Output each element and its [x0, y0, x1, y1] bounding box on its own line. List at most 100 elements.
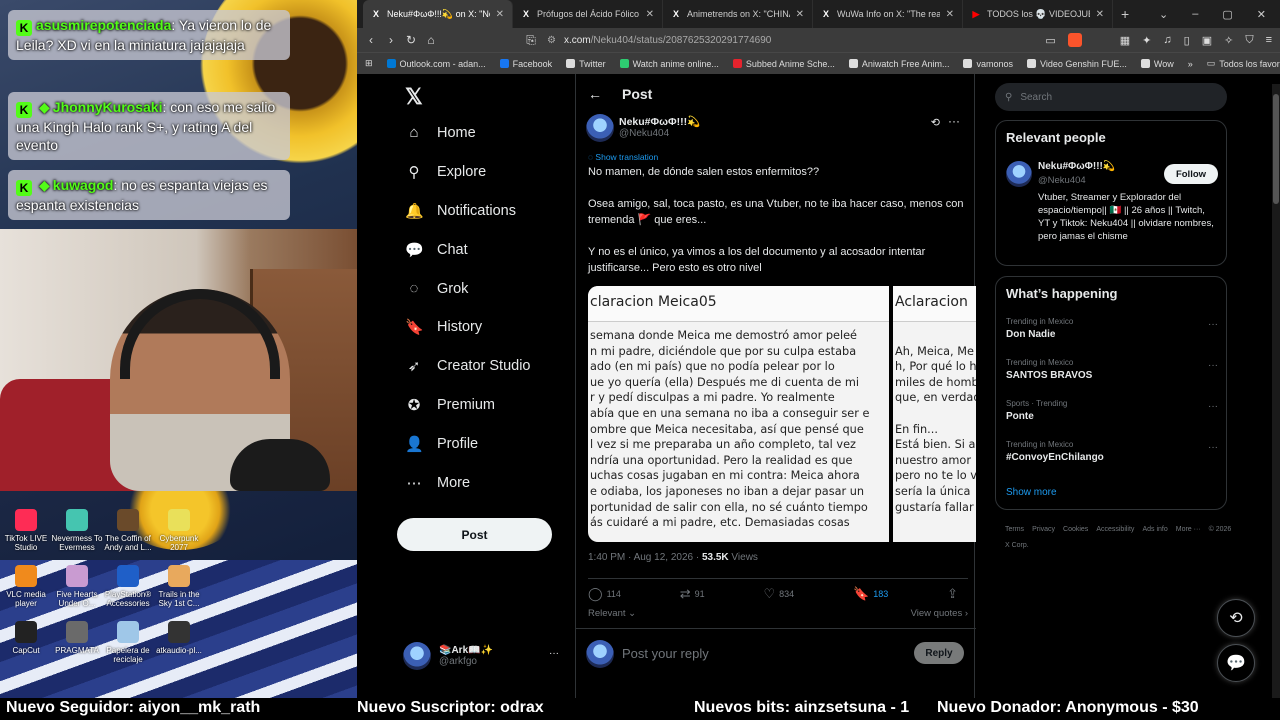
- vpn-icon[interactable]: ⛉: [1245, 34, 1253, 47]
- avatar[interactable]: [586, 114, 614, 142]
- browser-tab[interactable]: ▶ TODOS los 💀 VIDEOJUEGOS 💀 ✕: [963, 0, 1113, 28]
- site-info-icon[interactable]: ⚙: [547, 35, 556, 46]
- desktop-icon[interactable]: Papelera de reciclaje: [100, 621, 156, 664]
- more-icon[interactable]: ···: [549, 648, 559, 659]
- x-logo-icon[interactable]: 𝕏: [405, 84, 423, 110]
- bookmark-item[interactable]: Subbed Anime Sche...: [732, 59, 835, 69]
- close-window-button[interactable]: ✕: [1257, 8, 1266, 21]
- back-arrow-icon[interactable]: ←: [588, 86, 602, 102]
- browser-tab[interactable]: X Animetrends on X: "CHINA PROH... ✕: [663, 0, 813, 28]
- trend-item[interactable]: Trending in Mexico Don Nadie ···: [1006, 317, 1218, 340]
- nav-item-profile[interactable]: 👤 Profile: [405, 435, 478, 453]
- reply-input[interactable]: Post your reply: [622, 646, 709, 661]
- grok-fab-icon[interactable]: ⟲: [1217, 599, 1255, 637]
- nav-item-more[interactable]: ⋯ More: [405, 474, 471, 492]
- url-field[interactable]: ⚙ x.com/Neku404/status/20876253202917746…: [547, 28, 1067, 52]
- chevron-down-icon[interactable]: ⌄: [1159, 8, 1168, 21]
- bookmark-item[interactable]: vamonos: [963, 59, 1013, 69]
- home-icon[interactable]: ⌂: [421, 33, 441, 47]
- bookmark-item[interactable]: Twitter: [566, 59, 606, 69]
- forward-icon[interactable]: ›: [381, 33, 401, 47]
- more-icon[interactable]: ···: [1208, 319, 1218, 330]
- extension-icon[interactable]: ▦: [1120, 34, 1130, 47]
- more-icon[interactable]: ···: [1208, 360, 1218, 371]
- trend-item[interactable]: Trending in Mexico #ConvoyEnChilango ···: [1006, 440, 1218, 463]
- menu-icon[interactable]: ≡: [1266, 34, 1272, 46]
- show-translation-link[interactable]: ◌ Show translation: [588, 152, 658, 162]
- browser-tab[interactable]: X Prófugos del Ácido Fólico on X: "... ✕: [513, 0, 663, 28]
- nav-item-premium[interactable]: ✪ Premium: [405, 396, 495, 414]
- footer-link[interactable]: More ···: [1176, 526, 1201, 533]
- like-button[interactable]: ♡ 834: [764, 586, 795, 602]
- close-tab-icon[interactable]: ✕: [496, 9, 504, 20]
- footer-link[interactable]: Privacy: [1032, 526, 1055, 533]
- new-tab-button[interactable]: +: [1113, 6, 1137, 22]
- minimize-button[interactable]: –: [1192, 8, 1198, 21]
- screen-icon[interactable]: ▭: [1045, 34, 1055, 47]
- brave-shields-icon[interactable]: [1067, 33, 1082, 47]
- desktop-icon[interactable]: PRAGMATA: [49, 621, 105, 655]
- bookmark-item[interactable]: Outlook.com - adan...: [386, 59, 486, 69]
- post-button[interactable]: Post: [397, 518, 552, 551]
- share-button[interactable]: ⇪: [947, 586, 958, 602]
- desktop-icon[interactable]: Cyberpunk 2077: [151, 509, 207, 552]
- music-icon[interactable]: ♫: [1163, 34, 1171, 46]
- close-tab-icon[interactable]: ✕: [796, 9, 804, 20]
- scrollbar[interactable]: [1272, 84, 1280, 698]
- bookmark-item[interactable]: Video Genshin FUE...: [1027, 59, 1127, 69]
- nav-item-notifications[interactable]: 🔔 Notifications: [405, 202, 516, 220]
- chevron-right-icon[interactable]: »: [1188, 59, 1193, 69]
- all-bookmarks[interactable]: ▭Todos los favoritos: [1207, 58, 1280, 69]
- reply-submit-button[interactable]: Reply: [914, 642, 964, 664]
- person-handle[interactable]: @Neku404: [1038, 175, 1086, 186]
- desktop-icon[interactable]: VLC media player: [0, 565, 54, 608]
- messages-fab-icon[interactable]: 💬: [1217, 644, 1255, 682]
- footer-link[interactable]: Cookies: [1063, 526, 1088, 533]
- sidebar-icon[interactable]: ▯: [1184, 34, 1190, 47]
- more-icon[interactable]: ···: [948, 114, 960, 128]
- puzzle-icon[interactable]: ✦: [1142, 34, 1151, 47]
- author-handle[interactable]: @Neku404: [619, 128, 669, 139]
- desktop-icon[interactable]: atkaudio-pl...: [151, 621, 207, 655]
- nav-item-chat[interactable]: 💬 Chat: [405, 241, 468, 259]
- desktop-icon[interactable]: CapCut: [0, 621, 54, 655]
- wallet-icon[interactable]: ▣: [1202, 34, 1212, 47]
- follow-button[interactable]: Follow: [1164, 164, 1218, 184]
- show-more-link[interactable]: Show more: [1006, 487, 1057, 498]
- reply-button[interactable]: ◯ 114: [588, 586, 621, 602]
- apps-icon[interactable]: ⊞: [365, 58, 373, 69]
- bookmark-item[interactable]: Facebook: [499, 59, 552, 69]
- close-tab-icon[interactable]: ✕: [946, 9, 954, 20]
- more-icon[interactable]: ···: [1208, 442, 1218, 453]
- view-quotes-link[interactable]: View quotes ›: [911, 608, 968, 626]
- trend-item[interactable]: Sports · Trending Ponte ···: [1006, 399, 1218, 422]
- desktop-icon[interactable]: The Coffin of Andy and L...: [100, 509, 156, 552]
- person-name[interactable]: Neku#ΦωΦ!!!💫: [1038, 161, 1115, 172]
- footer-link[interactable]: Terms: [1005, 526, 1024, 533]
- nav-item-explore[interactable]: ⚲ Explore: [405, 163, 487, 181]
- grok-icon[interactable]: ⟲: [931, 116, 940, 129]
- more-icon[interactable]: ···: [1208, 401, 1218, 412]
- desktop-icon[interactable]: PlayStation® Accessories: [100, 565, 156, 608]
- nav-item-history[interactable]: 🔖 History: [405, 318, 482, 336]
- browser-tab[interactable]: X Neku#ΦωΦ!!!💫 on X: "No m ✕: [363, 0, 513, 28]
- search-input[interactable]: ⚲ Search: [995, 83, 1227, 111]
- close-tab-icon[interactable]: ✕: [646, 9, 654, 20]
- bookmark-item[interactable]: Aniwatch Free Anim...: [848, 59, 949, 69]
- browser-tab[interactable]: X WuWa Info on X: "The real Demo... ✕: [813, 0, 963, 28]
- desktop-icon[interactable]: Five Hearts Under O...: [49, 565, 105, 608]
- nav-item-home[interactable]: ⌂ Home: [405, 124, 475, 141]
- footer-link[interactable]: Ads info: [1142, 526, 1167, 533]
- post-image[interactable]: Aclaracion Ah, Meica, Me h, Por qué lo hm…: [893, 286, 976, 542]
- reload-icon[interactable]: ↻: [401, 33, 421, 47]
- account-switcher[interactable]: 📚Ark📖✨ @arkfgo ···: [403, 642, 559, 670]
- trend-item[interactable]: Trending in Mexico SANTOS BRAVOS ···: [1006, 358, 1218, 381]
- footer-link[interactable]: Accessibility: [1096, 526, 1134, 533]
- avatar[interactable]: [1006, 161, 1032, 187]
- sort-relevant-dropdown[interactable]: Relevant ⌄: [588, 608, 636, 626]
- nav-item-creator-studio[interactable]: ➶ Creator Studio: [405, 357, 531, 375]
- desktop-icon[interactable]: TikTok LIVE Studio: [0, 509, 54, 552]
- close-tab-icon[interactable]: ✕: [1096, 9, 1104, 20]
- nav-item-grok[interactable]: ◌ Grok: [405, 280, 469, 297]
- bookmark-button[interactable]: 🔖 183: [853, 586, 888, 602]
